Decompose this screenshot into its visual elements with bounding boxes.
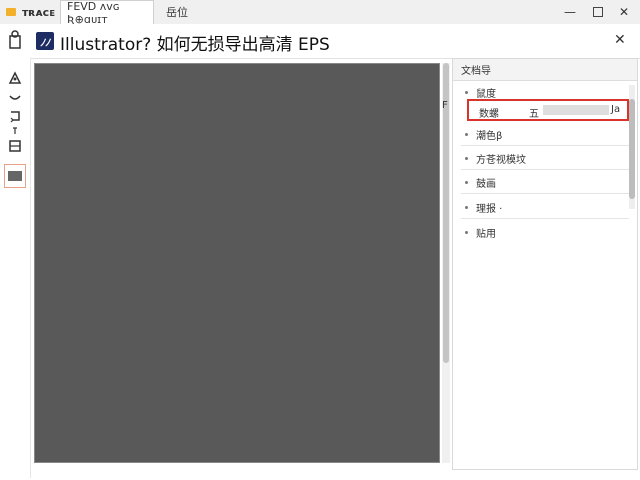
bullet-icon	[465, 157, 468, 160]
tab-other[interactable]: 岳位	[166, 0, 206, 24]
tab-trace[interactable]: ᴛʀᴀᴄᴇ	[0, 0, 58, 24]
bullet-icon	[465, 133, 468, 136]
divider	[461, 193, 629, 194]
rotate-tool-icon[interactable]	[6, 108, 24, 124]
panel-item[interactable]: 鼠度	[465, 85, 496, 100]
setting-label: 数螺	[479, 109, 499, 120]
divider	[461, 169, 629, 170]
window-close-button[interactable]: ✕	[614, 0, 634, 24]
panel-item[interactable]: 理报 ·	[465, 200, 502, 215]
tab-label: 岳位	[166, 6, 188, 19]
document-icon	[9, 30, 21, 49]
artboard-canvas[interactable]	[34, 63, 440, 463]
tab-label: ᴛʀᴀᴄᴇ	[22, 5, 56, 19]
tab-bar: ᴛʀᴀᴄᴇ FEVD ᴧᴠɢ Ʀ⊕ɑᴜɪᴛ 岳位 — ✕	[0, 0, 640, 26]
maximize-button[interactable]	[588, 0, 608, 24]
minimize-icon: —	[564, 5, 576, 19]
panel-item[interactable]: 贴用	[465, 225, 496, 240]
bullet-icon	[465, 181, 468, 184]
row-marker: F	[442, 100, 448, 111]
close-icon: ✕	[618, 5, 630, 19]
panel-scrollbar[interactable]	[629, 85, 635, 209]
layers-tool-icon[interactable]	[6, 138, 24, 154]
bullet-icon	[465, 231, 468, 234]
divider	[461, 145, 629, 146]
frame-tool-icon	[8, 171, 22, 181]
selected-tool[interactable]	[4, 164, 26, 188]
panel-item-label: 鼠度	[476, 89, 496, 100]
panel-item-label: 潮色β	[476, 131, 503, 142]
minimize-button[interactable]: —	[560, 0, 580, 24]
setting-suffix: Ja	[611, 104, 621, 115]
tool-strip	[0, 58, 31, 478]
tab-active[interactable]: FEVD ᴧᴠɢ Ʀ⊕ɑᴜɪᴛ	[60, 0, 154, 26]
dialog-close-button[interactable]: ✕	[614, 32, 626, 48]
panel-item-label: 理报 ·	[476, 204, 503, 215]
canvas-scrollbar[interactable]	[442, 63, 450, 463]
panel-item[interactable]: 鼓画	[465, 175, 496, 190]
tab-label: FEVD ᴧᴠɢ Ʀ⊕ɑᴜɪᴛ	[67, 0, 120, 26]
title-bar: ﾉﾉ Illustrator? 如何无损导出高清 EPS ✕	[0, 24, 640, 59]
panel-item-label: 方苍视模坟	[476, 155, 526, 166]
setting-value-field[interactable]	[543, 105, 609, 115]
panel-item[interactable]: 潮色β	[465, 127, 502, 142]
divider	[461, 218, 629, 219]
curve-tool-icon[interactable]	[6, 90, 24, 106]
setting-unit: 五	[529, 109, 539, 120]
bullet-icon	[465, 91, 468, 94]
export-panel: 文档导 鼠度 数螺 五 Ja 潮色β 方苍视模坟 鼓画 理报 · 贴用	[452, 58, 638, 470]
panel-item[interactable]: 方苍视模坟	[465, 151, 526, 166]
page-title: Illustrator? 如何无损导出高清 EPS	[60, 35, 330, 55]
panel-header: 文档导	[453, 59, 637, 81]
panel-item-label: 贴用	[476, 229, 496, 240]
bullet-icon	[465, 206, 468, 209]
maximize-icon	[593, 7, 603, 17]
panel-scroll-thumb[interactable]	[629, 99, 635, 199]
selected-setting-row[interactable]: 数螺 五 Ja	[467, 99, 629, 121]
pen-tool-icon[interactable]	[6, 70, 24, 86]
folder-icon	[6, 8, 16, 16]
panel-item-label: 鼓画	[476, 179, 496, 190]
app-logo-icon: ﾉﾉ	[36, 32, 54, 50]
